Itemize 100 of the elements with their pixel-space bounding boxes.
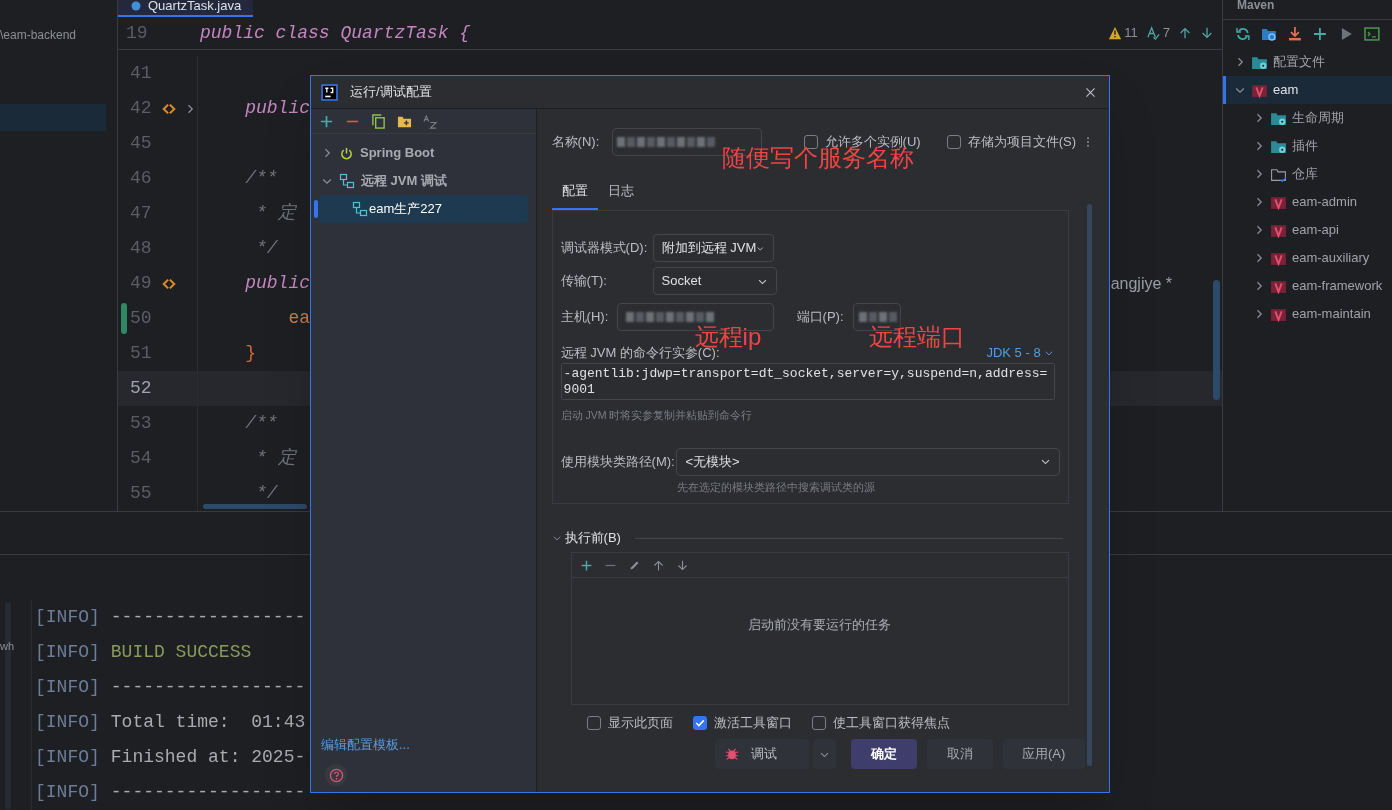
line-number: 42 bbox=[130, 97, 153, 120]
section-toggle[interactable]: 执行前(B) bbox=[551, 528, 621, 548]
field-label: 名称(N): bbox=[551, 133, 601, 152]
debugger-mode-dropdown[interactable]: 附加到远程 JVM bbox=[652, 234, 774, 262]
log-tag: [INFO] bbox=[35, 709, 100, 736]
tab[interactable]: 配置 bbox=[551, 173, 598, 210]
tree-item[interactable]: eam-maintain bbox=[1223, 300, 1392, 328]
add-icon[interactable] bbox=[579, 558, 593, 572]
line-number: 45 bbox=[130, 132, 153, 155]
tree-item[interactable]: 仓库 bbox=[1223, 160, 1392, 188]
code-line: angjiye * bbox=[1110, 273, 1172, 294]
empty-state-text: 启动前没有要运行的任务 bbox=[748, 616, 892, 635]
help-button[interactable] bbox=[325, 764, 347, 786]
scrollbar-thumb[interactable] bbox=[1087, 204, 1092, 766]
download-icon[interactable] bbox=[1286, 26, 1303, 42]
checkbox[interactable]: 存储为项目文件(S) bbox=[946, 132, 1076, 152]
log-message: ------------------ bbox=[110, 781, 306, 804]
scrollbar-thumb[interactable] bbox=[203, 504, 307, 509]
code-line: /** bbox=[244, 412, 278, 435]
override-marker-icon[interactable] bbox=[162, 276, 176, 291]
cancel-button[interactable]: 取消 bbox=[926, 739, 993, 769]
log-message: BUILD SUCCESS bbox=[110, 641, 252, 664]
code-line: ea bbox=[287, 307, 311, 330]
gutter-text: wh bbox=[0, 639, 15, 654]
tree-item[interactable]: eam-admin bbox=[1223, 188, 1392, 216]
add-icon[interactable] bbox=[1312, 26, 1329, 42]
add-icon[interactable] bbox=[319, 113, 334, 129]
down-arrow-icon[interactable] bbox=[1200, 26, 1214, 41]
log-message: ------------------ bbox=[110, 676, 306, 699]
log-message: ------------------ bbox=[110, 606, 306, 629]
line-number: 53 bbox=[130, 412, 153, 435]
code-line: public class QuartzTask { bbox=[199, 21, 471, 45]
tree-item[interactable]: Spring Boot bbox=[319, 139, 528, 167]
tree-item[interactable]: 生命周期 bbox=[1223, 104, 1392, 132]
up-arrow-icon[interactable] bbox=[1178, 26, 1192, 41]
tree-item[interactable]: 插件 bbox=[1223, 132, 1392, 160]
tab[interactable]: 日志 bbox=[597, 173, 644, 210]
scrollbar-thumb[interactable] bbox=[1213, 280, 1220, 400]
terminal-icon[interactable] bbox=[1364, 26, 1380, 42]
hint-text: 先在选定的模块类路径中搜索调试类的源 bbox=[676, 479, 876, 495]
network-icon bbox=[352, 201, 368, 217]
line-number: 52 bbox=[130, 377, 153, 400]
override-marker-icon[interactable] bbox=[162, 101, 176, 116]
field-label: 传输(T): bbox=[560, 272, 608, 291]
checkmark-icon bbox=[693, 717, 706, 729]
checkbox[interactable]: 显示此页面 bbox=[586, 713, 673, 733]
code-line: * 定 bbox=[255, 202, 296, 225]
log-tag: [INFO] bbox=[35, 639, 100, 666]
log-message: Finished at: 2025- bbox=[110, 746, 306, 769]
tree-item[interactable]: eam-api bbox=[1223, 216, 1392, 244]
copy-icon[interactable] bbox=[371, 113, 386, 129]
code-line: public bbox=[244, 97, 311, 120]
tree-item[interactable]: eam生产227 bbox=[319, 195, 528, 223]
sort-icon[interactable] bbox=[423, 113, 438, 129]
warning-count: 11 bbox=[1124, 24, 1138, 43]
edit-templates-link[interactable]: 编辑配置模板... bbox=[321, 734, 536, 754]
field-label: 使用模块类路径(M): bbox=[560, 453, 676, 471]
class-icon bbox=[130, 0, 142, 13]
editor-tab[interactable]: QuartzTask.java bbox=[118, 0, 254, 18]
folder-refresh-icon[interactable] bbox=[1260, 26, 1277, 42]
checkbox[interactable]: 激活工具窗口 bbox=[692, 713, 792, 733]
refresh-icon[interactable] bbox=[1235, 26, 1251, 42]
spellcheck-icon[interactable] bbox=[1145, 25, 1161, 41]
app-icon bbox=[321, 83, 338, 101]
panel-title: Maven bbox=[1223, 0, 1392, 20]
down-arrow-icon[interactable] bbox=[675, 558, 689, 572]
hint-text: 启动 JVM 时将实参复制并粘贴到命令行 bbox=[560, 408, 754, 423]
module-dropdown[interactable]: <无模块> bbox=[676, 447, 1060, 476]
log-tag: [INFO] bbox=[35, 604, 100, 631]
tree-item[interactable]: 配置文件 bbox=[1223, 48, 1392, 76]
chevron-icon bbox=[551, 533, 562, 543]
line-number: 48 bbox=[130, 237, 153, 260]
ok-button[interactable]: 确定 bbox=[850, 739, 917, 769]
warning-icon[interactable] bbox=[1108, 26, 1123, 41]
help-icon bbox=[328, 767, 344, 783]
arguments-field[interactable]: -agentlib:jdwp=transport=dt_socket,server=y,suspend=n,address=9001 bbox=[560, 363, 1055, 400]
field-label: 调试器模式(D): bbox=[560, 239, 649, 258]
tree-item[interactable]: 远程 JVM 调试 bbox=[319, 167, 528, 195]
field-label: 端口(P): bbox=[796, 308, 845, 327]
tree-item[interactable]: eam-auxiliary bbox=[1223, 244, 1392, 272]
tree-item[interactable]: eam bbox=[1223, 76, 1392, 104]
code-line: */ bbox=[255, 237, 278, 260]
close-icon[interactable] bbox=[1084, 85, 1097, 99]
project-path: \eam-backend bbox=[0, 27, 78, 44]
code-line: * 定 bbox=[255, 447, 296, 470]
jdk-version-dropdown[interactable]: JDK 5 - 8 bbox=[986, 343, 1054, 363]
transport-dropdown[interactable]: Socket bbox=[652, 267, 777, 295]
log-tag: [INFO] bbox=[35, 674, 100, 701]
line-number: 41 bbox=[130, 62, 153, 85]
bug-icon bbox=[724, 747, 739, 761]
debug-button[interactable]: 调试 bbox=[714, 739, 809, 769]
up-arrow-icon[interactable] bbox=[651, 558, 665, 572]
tree-item[interactable]: eam-framework bbox=[1223, 272, 1392, 300]
log-tag: [INFO] bbox=[35, 744, 100, 771]
apply-button[interactable]: 应用(A) bbox=[1002, 739, 1085, 769]
network-icon bbox=[339, 173, 355, 189]
annotation-text: 远程端口 bbox=[868, 323, 965, 351]
line-number: 50 bbox=[130, 307, 153, 330]
change-marker bbox=[121, 303, 127, 334]
checkbox[interactable]: 使工具窗口获得焦点 bbox=[811, 713, 950, 733]
